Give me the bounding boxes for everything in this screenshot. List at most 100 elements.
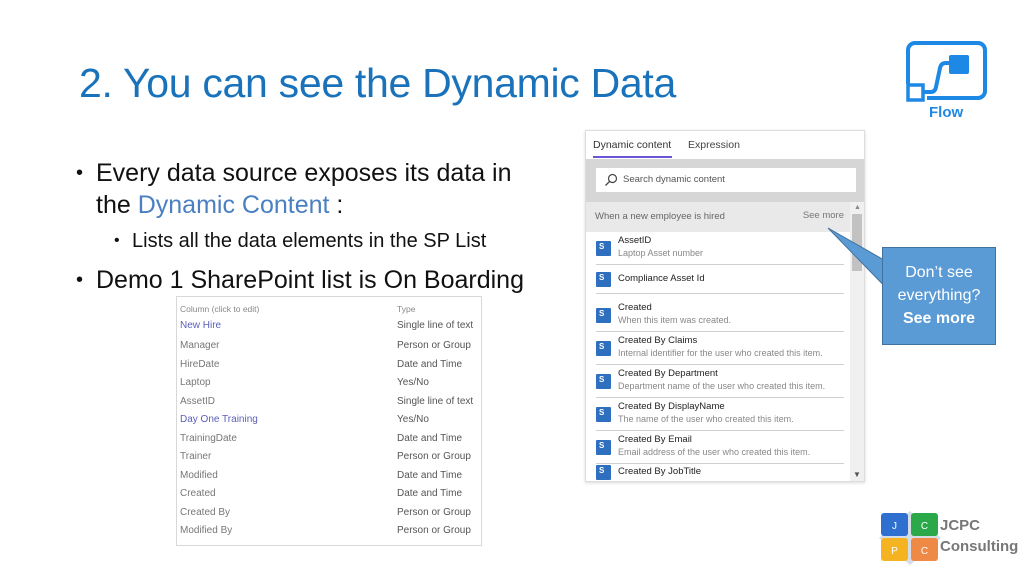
item-name: Created By Department <box>618 368 718 379</box>
scroll-up-arrow-icon[interactable]: ▲ <box>854 204 861 211</box>
dynamic-content-item[interactable]: Created By Department Department name of … <box>586 367 852 399</box>
dynamic-content-item[interactable]: AssetID Laptop Asset number <box>586 234 852 266</box>
column-name: HireDate <box>180 359 220 370</box>
item-divider <box>596 331 844 332</box>
table-row[interactable]: Manager Person or Group <box>177 340 481 358</box>
sharepoint-icon <box>596 374 611 389</box>
item-description: Internal identifier for the user who cre… <box>618 348 823 358</box>
jcpc-logo-icon: J C P C <box>879 511 941 565</box>
sharepoint-icon <box>596 241 611 256</box>
sharepoint-icon <box>596 308 611 323</box>
dynamic-content-item[interactable]: Compliance Asset Id <box>586 271 852 303</box>
jcpc-tile-j: J <box>892 521 897 532</box>
column-name: Modified By <box>180 525 233 536</box>
sharepoint-icon <box>596 407 611 422</box>
table-row[interactable]: Created By Person or Group <box>177 507 481 525</box>
bullet-dot-icon: • <box>114 232 120 249</box>
column-name: AssetID <box>180 396 216 407</box>
item-divider <box>596 430 844 431</box>
item-description: Laptop Asset number <box>618 248 704 258</box>
item-name: Created By JobTitle <box>618 466 702 477</box>
column-name: Created <box>180 488 216 499</box>
item-description: Department name of the user who created … <box>618 381 826 391</box>
column-type: Single line of text <box>397 320 474 331</box>
column-type: Yes/No <box>397 377 429 388</box>
item-divider <box>596 293 844 294</box>
table-row[interactable]: New Hire Single line of text <box>177 320 481 338</box>
table-row[interactable]: Laptop Yes/No <box>177 377 481 395</box>
table-row[interactable]: Modified Date and Time <box>177 470 481 488</box>
sub-bullet-lists-elements: • Lists all the data elements in the SP … <box>114 230 487 252</box>
column-type: Date and Time <box>397 359 463 370</box>
bullet-dot-icon: • <box>76 162 84 184</box>
dynamic-content-panel: Dynamic content Expression Search dynami… <box>585 130 865 482</box>
bullet-demo-list: • Demo 1 SharePoint list is On Boarding <box>76 266 524 294</box>
sharepoint-columns-table: Column (click to edit) Type New Hire Sing… <box>176 296 482 546</box>
tab-dynamic-content[interactable]: Dynamic content <box>593 139 671 151</box>
table-row[interactable]: Trainer Person or Group <box>177 451 481 469</box>
dynamic-content-item[interactable]: Created By JobTitle <box>586 464 852 481</box>
table-row[interactable]: Modified By Person or Group <box>177 525 481 543</box>
dynamic-content-item[interactable]: Created By Email Email address of the use… <box>586 433 852 465</box>
search-icon <box>605 173 618 186</box>
dynamic-content-item[interactable]: Created By Claims Internal identifier for… <box>586 334 852 366</box>
item-name: Compliance Asset Id <box>618 273 705 284</box>
column-name: Laptop <box>180 377 211 388</box>
scroll-down-arrow-icon[interactable]: ▼ <box>853 470 861 479</box>
column-name: Manager <box>180 340 220 351</box>
dynamic-content-item[interactable]: Created By DisplayName The name of the us… <box>586 400 852 432</box>
table-row[interactable]: AssetID Single line of text <box>177 396 481 414</box>
dynamic-content-item[interactable]: Created When this item was created. <box>586 301 852 333</box>
column-name: Modified <box>180 470 218 481</box>
column-type: Person or Group <box>397 507 471 518</box>
column-name: Trainer <box>180 451 212 462</box>
see-more-link[interactable]: See more <box>803 210 844 221</box>
column-type: Yes/No <box>397 414 429 425</box>
dynamic-content-highlight: Dynamic Content <box>137 191 330 219</box>
jcpc-tile-p: P <box>891 546 898 557</box>
item-name: Created <box>618 302 652 313</box>
bullet-dot-icon: • <box>76 269 84 291</box>
column-type: Person or Group <box>397 451 471 462</box>
item-name: Created By Claims <box>618 335 698 346</box>
tab-expression[interactable]: Expression <box>688 139 740 151</box>
slide-title: 2. You can see the Dynamic Data <box>79 60 676 106</box>
item-description: Email address of the user who created th… <box>618 447 811 457</box>
active-tab-indicator <box>593 156 672 158</box>
sharepoint-icon <box>596 465 611 480</box>
column-type: Person or Group <box>397 340 471 351</box>
table-row[interactable]: Created Date and Time <box>177 488 481 506</box>
search-placeholder: Search dynamic content <box>623 174 725 185</box>
item-description: When this item was created. <box>618 315 732 325</box>
jcpc-logo-text: JCPC Consulting <box>940 517 1019 555</box>
table-row[interactable]: HireDate Date and Time <box>177 359 481 377</box>
panel-scrollbar[interactable]: ▲ ▼ <box>850 202 864 481</box>
see-more-callout: Don’t see everything? See more <box>882 247 996 345</box>
column-name[interactable]: Day One Training <box>180 414 258 425</box>
search-input[interactable]: Search dynamic content <box>596 168 856 192</box>
column-name: TrainingDate <box>180 433 237 444</box>
item-divider <box>596 397 844 398</box>
item-description: The name of the user who created this it… <box>618 414 794 424</box>
column-type: Person or Group <box>397 525 471 536</box>
jcpc-tile-c2: C <box>921 546 928 557</box>
item-divider <box>596 364 844 365</box>
table-row[interactable]: TrainingDate Date and Time <box>177 433 481 451</box>
sharepoint-icon <box>596 440 611 455</box>
column-type: Single line of text <box>397 396 474 407</box>
column-type: Date and Time <box>397 470 463 481</box>
column-type: Date and Time <box>397 488 463 499</box>
item-name: AssetID <box>618 235 652 246</box>
table-row[interactable]: Day One Training Yes/No <box>177 414 481 432</box>
sharepoint-icon <box>596 341 611 356</box>
column-name[interactable]: New Hire <box>180 320 221 331</box>
scroll-thumb[interactable] <box>852 214 862 271</box>
item-divider <box>596 264 844 265</box>
panel-tabs: Dynamic content Expression <box>586 131 864 159</box>
column-type: Date and Time <box>397 433 463 444</box>
flow-label: Flow <box>929 104 964 121</box>
sharepoint-icon <box>596 272 611 287</box>
search-area: Search dynamic content <box>586 159 864 202</box>
trigger-name: When a new employee is hired <box>595 211 725 222</box>
jcpc-tile-c1: C <box>921 521 928 532</box>
